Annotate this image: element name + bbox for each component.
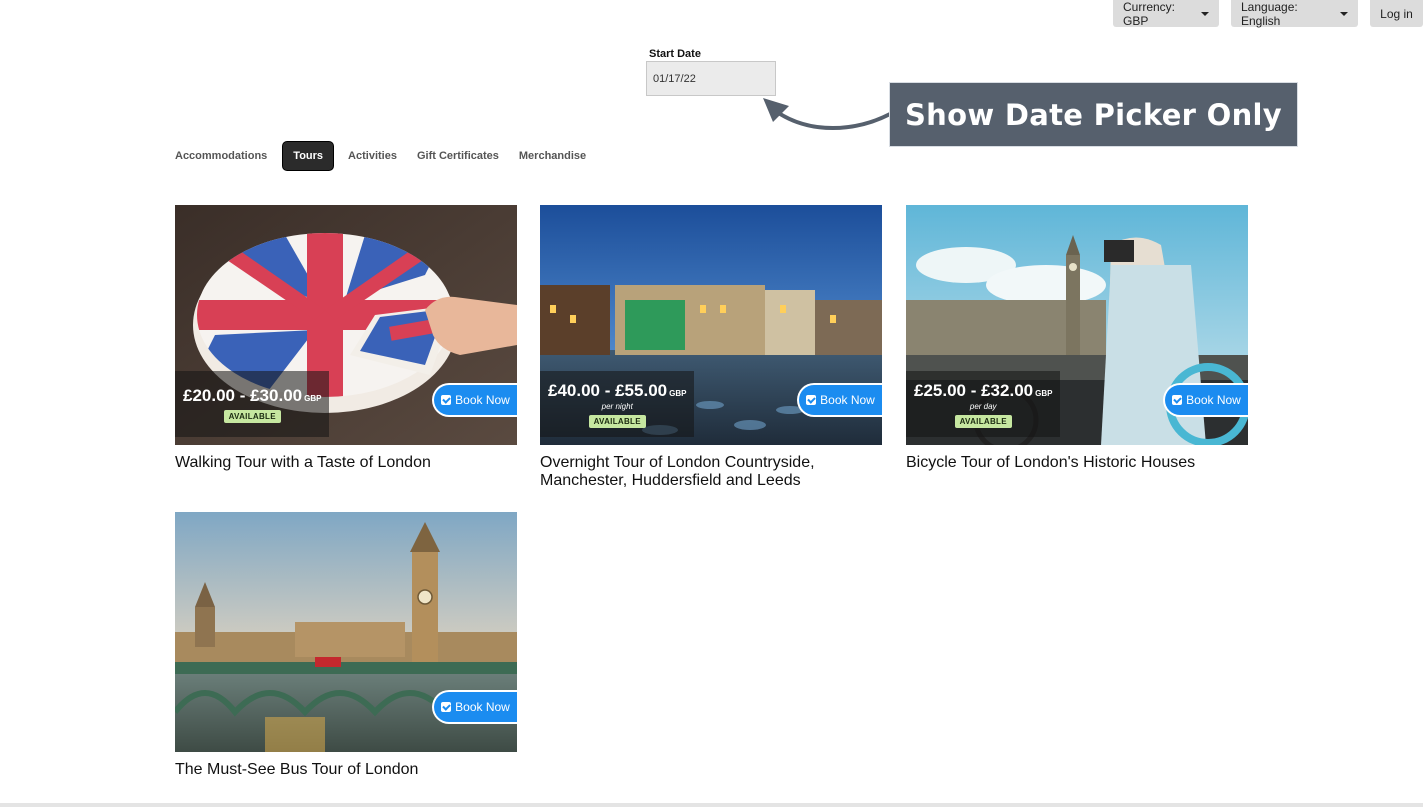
book-now-label: Book Now: [820, 393, 875, 407]
currency-dropdown[interactable]: Currency: GBP: [1113, 0, 1219, 28]
language-label: Language: English: [1241, 0, 1298, 28]
login-button[interactable]: Log in: [1370, 0, 1423, 27]
price-unit: per day: [969, 401, 997, 411]
tab-activities[interactable]: Activities: [338, 141, 407, 171]
currency-label: Currency: GBP: [1123, 0, 1176, 28]
chevron-down-icon: [1340, 11, 1348, 16]
product-card: £40.00 - £55.00 GBP per night AVAILABLE B…: [540, 205, 882, 490]
tab-merchandise[interactable]: Merchandise: [509, 141, 596, 171]
product-card: £25.00 - £32.00 GBP per day AVAILABLE Boo…: [906, 205, 1248, 472]
tab-gift-certificates[interactable]: Gift Certificates: [407, 141, 509, 171]
price-currency: GBP: [304, 393, 322, 403]
book-now-button[interactable]: Book Now: [432, 690, 517, 724]
price-range: £20.00 - £30.00: [183, 385, 303, 405]
price-currency: GBP: [1035, 388, 1053, 398]
product-title[interactable]: The Must-See Bus Tour of London: [175, 761, 517, 779]
start-date-label: Start Date: [649, 48, 701, 60]
product-image[interactable]: £25.00 - £32.00 GBP per day AVAILABLE Boo…: [906, 205, 1248, 445]
tab-tours[interactable]: Tours: [282, 141, 335, 171]
price-currency: GBP: [669, 388, 687, 398]
login-label: Log in: [1380, 6, 1413, 21]
category-tabs: Accommodations Tours Activities Gift Cer…: [165, 141, 596, 171]
checkbox-icon: [441, 702, 452, 712]
annotation-arrow-icon: [763, 98, 892, 130]
price-range: £25.00 - £32.00: [914, 380, 1034, 400]
checkbox-icon: [441, 395, 452, 405]
status-badge: AVAILABLE: [223, 409, 281, 423]
price-unit: per night: [601, 401, 633, 411]
product-title[interactable]: Overnight Tour of London Countryside, Ma…: [540, 454, 882, 490]
product-title[interactable]: Walking Tour with a Taste of London: [175, 454, 517, 472]
book-now-button[interactable]: Book Now: [432, 383, 517, 417]
product-card: Book Now The Must-See Bus Tour of London: [175, 512, 517, 779]
book-now-button[interactable]: Book Now: [797, 383, 882, 417]
checkbox-icon: [806, 395, 817, 405]
book-now-label: Book Now: [455, 393, 510, 407]
start-date-input[interactable]: [646, 61, 776, 96]
product-card: £20.00 - £30.00 GBP AVAILABLE Book Now Wa…: [175, 205, 517, 472]
product-image[interactable]: Book Now: [175, 512, 517, 752]
status-badge: AVAILABLE: [588, 414, 646, 428]
price-box: £20.00 - £30.00 GBP AVAILABLE: [175, 371, 330, 437]
book-now-button[interactable]: Book Now: [1163, 383, 1248, 417]
annotation-callout: Show Date Picker Only: [889, 82, 1298, 147]
status-badge: AVAILABLE: [954, 414, 1012, 428]
book-now-label: Book Now: [455, 700, 510, 714]
price-range: £40.00 - £55.00: [548, 380, 668, 400]
price-box: £40.00 - £55.00 GBP per night AVAILABLE: [540, 371, 695, 437]
book-now-label: Book Now: [1186, 393, 1241, 407]
product-image[interactable]: £40.00 - £55.00 GBP per night AVAILABLE B…: [540, 205, 882, 445]
checkbox-icon: [1172, 395, 1183, 405]
product-image[interactable]: £20.00 - £30.00 GBP AVAILABLE Book Now: [175, 205, 517, 445]
language-dropdown[interactable]: Language: English: [1231, 0, 1358, 28]
bottom-divider: [0, 803, 1423, 807]
tab-accommodations[interactable]: Accommodations: [165, 141, 277, 171]
product-title[interactable]: Bicycle Tour of London's Historic Houses: [906, 454, 1248, 472]
price-box: £25.00 - £32.00 GBP per day AVAILABLE: [906, 371, 1061, 437]
chevron-down-icon: [1201, 11, 1209, 16]
